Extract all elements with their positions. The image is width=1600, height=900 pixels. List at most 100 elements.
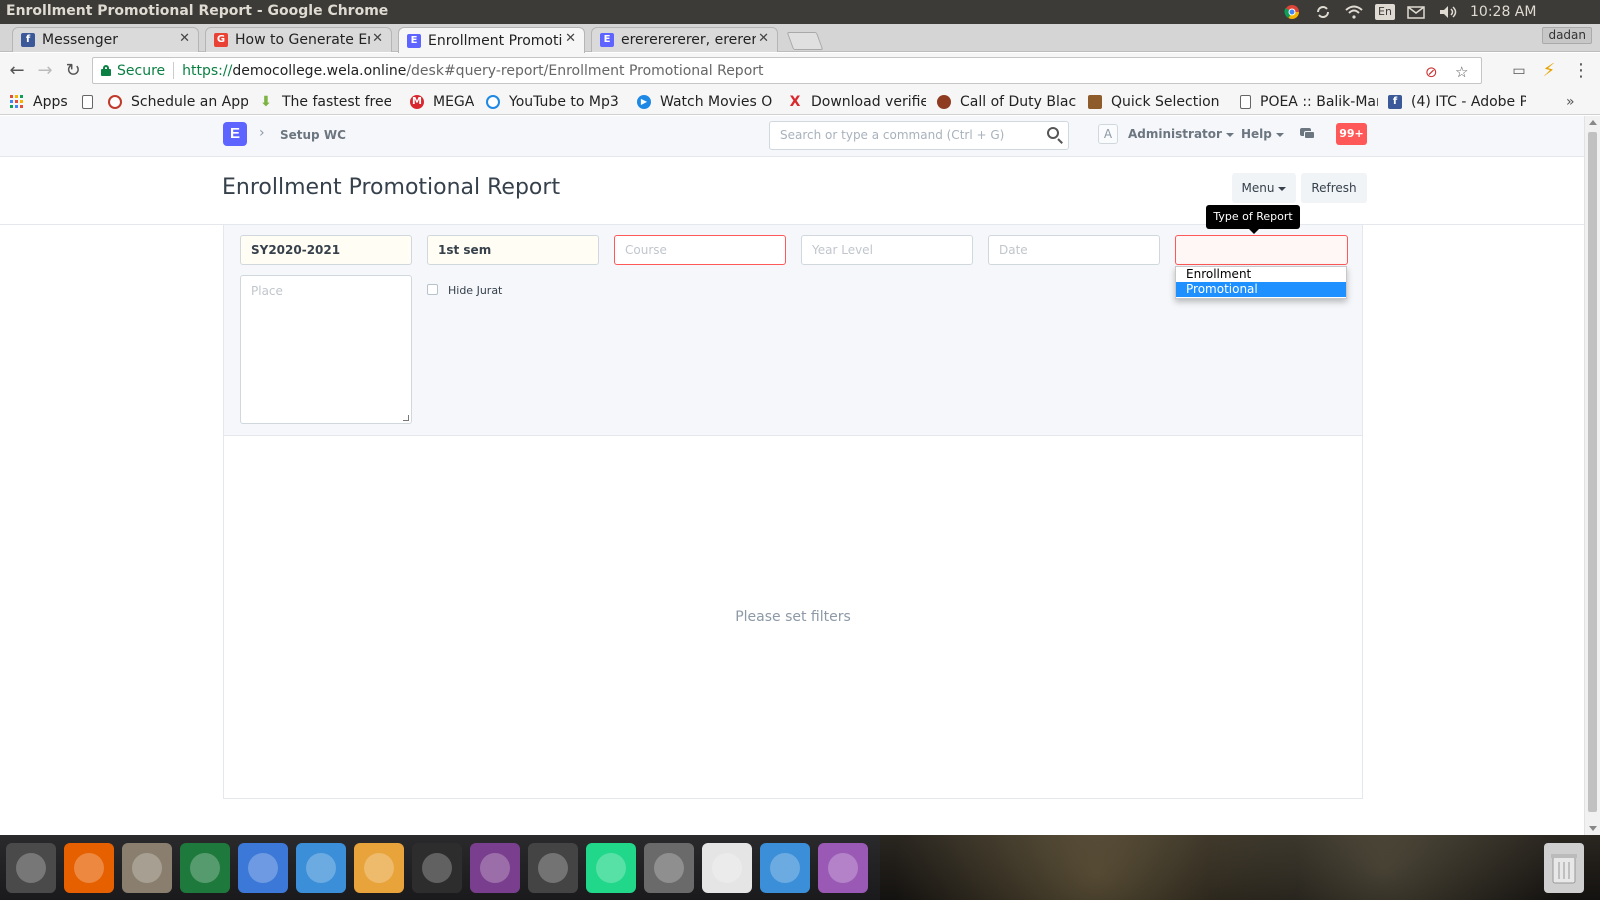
bookmark-call-of-duty[interactable]: Call of Duty Black <box>937 92 1077 112</box>
menu-button[interactable]: Menu <box>1232 173 1296 203</box>
app-logo[interactable]: E <box>223 122 247 146</box>
firefox-icon[interactable] <box>64 843 114 893</box>
blender-icon[interactable] <box>760 843 810 893</box>
sync-tray-icon[interactable] <box>1314 3 1332 21</box>
close-icon[interactable]: ✕ <box>565 31 576 46</box>
option-enrollment[interactable]: Enrollment <box>1176 267 1346 282</box>
scroll-up-icon[interactable] <box>1589 120 1597 125</box>
more-menu-icon[interactable]: ⋮ <box>1570 60 1592 82</box>
reload-icon[interactable]: ↻ <box>62 60 84 82</box>
course-field[interactable]: Course <box>614 235 786 265</box>
translate-icon[interactable]: ⊘ <box>1425 63 1438 81</box>
search-icon[interactable] <box>1047 127 1059 139</box>
bookmark-fastest-free[interactable]: ⬇ The fastest free <box>259 92 391 112</box>
software-center-icon[interactable] <box>528 843 578 893</box>
school-year-field[interactable]: SY2020-2021 <box>240 235 412 265</box>
new-tab-button[interactable] <box>786 32 824 50</box>
bookmark-watch-movies[interactable]: ▶ Watch Movies Online <box>637 92 772 112</box>
close-icon[interactable]: ✕ <box>372 31 383 46</box>
close-icon[interactable]: ✕ <box>179 31 190 46</box>
bookmark-label: Schedule an Appointment <box>131 94 248 110</box>
bookmark-itc-adobe[interactable]: f (4) ITC - Adobe Photoshop <box>1388 92 1526 112</box>
bookmark-quick-selection[interactable]: Quick Selection <box>1088 92 1226 112</box>
extension-icon[interactable]: ⚡ <box>1538 60 1560 82</box>
refresh-button[interactable]: Refresh <box>1301 173 1367 203</box>
date-field[interactable]: Date <box>988 235 1160 265</box>
schedule-icon <box>108 95 122 109</box>
cod-icon <box>937 95 951 109</box>
clock[interactable]: 10:28 AM <box>1470 3 1536 21</box>
volume-icon[interactable] <box>1437 3 1459 21</box>
tab-enrollment-report[interactable]: E Enrollment Promotional Report ✕ <box>398 27 585 53</box>
avatar[interactable]: A <box>1098 124 1118 144</box>
report-results: Please set filters <box>223 436 1363 799</box>
breadcrumb[interactable]: Setup WC <box>280 128 346 142</box>
bookmark-download-verified[interactable]: X Download verified <box>788 92 926 112</box>
profile-button[interactable]: dadan <box>1542 27 1592 44</box>
year-level-field[interactable]: Year Level <box>801 235 973 265</box>
bookmark-label: Call of Duty Black <box>960 94 1077 110</box>
bookmarks-overflow-icon[interactable]: » <box>1566 92 1575 112</box>
ubuntu-dash-icon[interactable] <box>6 843 56 893</box>
wps-icon[interactable] <box>180 843 230 893</box>
scroll-thumb[interactable] <box>1588 132 1597 812</box>
chevron-down-icon <box>1225 132 1234 137</box>
chrome-icon[interactable] <box>238 843 288 893</box>
shield-icon[interactable] <box>644 843 694 893</box>
video-icon[interactable] <box>470 843 520 893</box>
type-of-report-select[interactable] <box>1175 235 1348 265</box>
chevron-right-icon: › <box>259 125 265 141</box>
forward-icon[interactable]: → <box>34 60 56 82</box>
bookmark-youtube-mp3[interactable]: YouTube to Mp3 <box>486 92 620 112</box>
help-menu[interactable]: Help <box>1241 127 1284 141</box>
bookmark-mega[interactable]: M MEGA <box>410 92 474 112</box>
chrome-tray-icon[interactable] <box>1283 3 1301 21</box>
chat-icon[interactable] <box>1300 128 1315 140</box>
chevron-down-icon <box>1278 186 1287 191</box>
resize-handle[interactable] <box>403 415 409 421</box>
bookmark-label: MEGA <box>433 94 475 110</box>
keyboard-language[interactable]: En <box>1375 3 1395 21</box>
files-icon[interactable] <box>122 843 172 893</box>
help-label: Help <box>1241 127 1272 141</box>
bookmark-label: Download verified <box>811 94 926 110</box>
cast-icon[interactable]: ▭ <box>1508 60 1530 82</box>
semester-field[interactable]: 1st sem <box>427 235 599 265</box>
terminal-icon[interactable] <box>412 843 462 893</box>
user-menu[interactable]: Administrator <box>1128 127 1234 141</box>
trash-icon[interactable] <box>1544 843 1584 893</box>
tab-label: How to Generate Enrollment Promotional R… <box>235 32 370 48</box>
notifications-badge[interactable]: 99+ <box>1336 123 1367 145</box>
empty-state-message: Please set filters <box>735 609 851 625</box>
bookmark-label: POEA :: Balik-Manggagawa <box>1260 94 1378 110</box>
place-textarea[interactable]: Place <box>240 275 412 424</box>
pycharm-icon[interactable] <box>586 843 636 893</box>
wifi-icon[interactable] <box>1345 3 1363 21</box>
back-icon[interactable]: ← <box>6 60 28 82</box>
search-input[interactable]: Search or type a command (Ctrl + G) <box>769 121 1069 150</box>
slack-icon[interactable] <box>354 843 404 893</box>
filter-area: SY2020-2021 1st sem Course Year Level Da… <box>223 225 1363 436</box>
simplenote-icon[interactable] <box>296 843 346 893</box>
page-scrollbar[interactable] <box>1584 116 1600 835</box>
bookmark-apps[interactable]: Apps <box>10 92 68 112</box>
option-promotional[interactable]: Promotional <box>1176 282 1346 297</box>
bookmark-page[interactable] <box>82 92 93 112</box>
hide-jurat-checkbox[interactable] <box>427 284 438 295</box>
mega-icon: M <box>410 95 424 109</box>
bookmark-poea[interactable]: POEA :: Balik-Manggagawa <box>1240 92 1378 112</box>
mail-icon[interactable] <box>1406 3 1426 21</box>
amazon-icon[interactable] <box>702 843 752 893</box>
tab-erererer[interactable]: E erererererer, erererer ✕ <box>591 27 778 52</box>
hide-jurat-label[interactable]: Hide Jurat <box>448 284 502 297</box>
scroll-down-icon[interactable] <box>1589 826 1597 831</box>
tab-how-to-generate[interactable]: G How to Generate Enrollment Promotional… <box>205 27 392 52</box>
bookmark-schedule[interactable]: Schedule an Appointment <box>108 92 248 112</box>
star-icon[interactable]: ☆ <box>1455 63 1468 81</box>
address-bar[interactable]: Secure https:// democollege.wela.online … <box>92 57 1482 84</box>
tab-messenger[interactable]: f Messenger ✕ <box>12 27 199 52</box>
url-separator <box>173 62 175 79</box>
close-icon[interactable]: ✕ <box>758 31 769 46</box>
chrome-icon-glyph <box>248 853 278 883</box>
window-icon[interactable] <box>818 843 868 893</box>
